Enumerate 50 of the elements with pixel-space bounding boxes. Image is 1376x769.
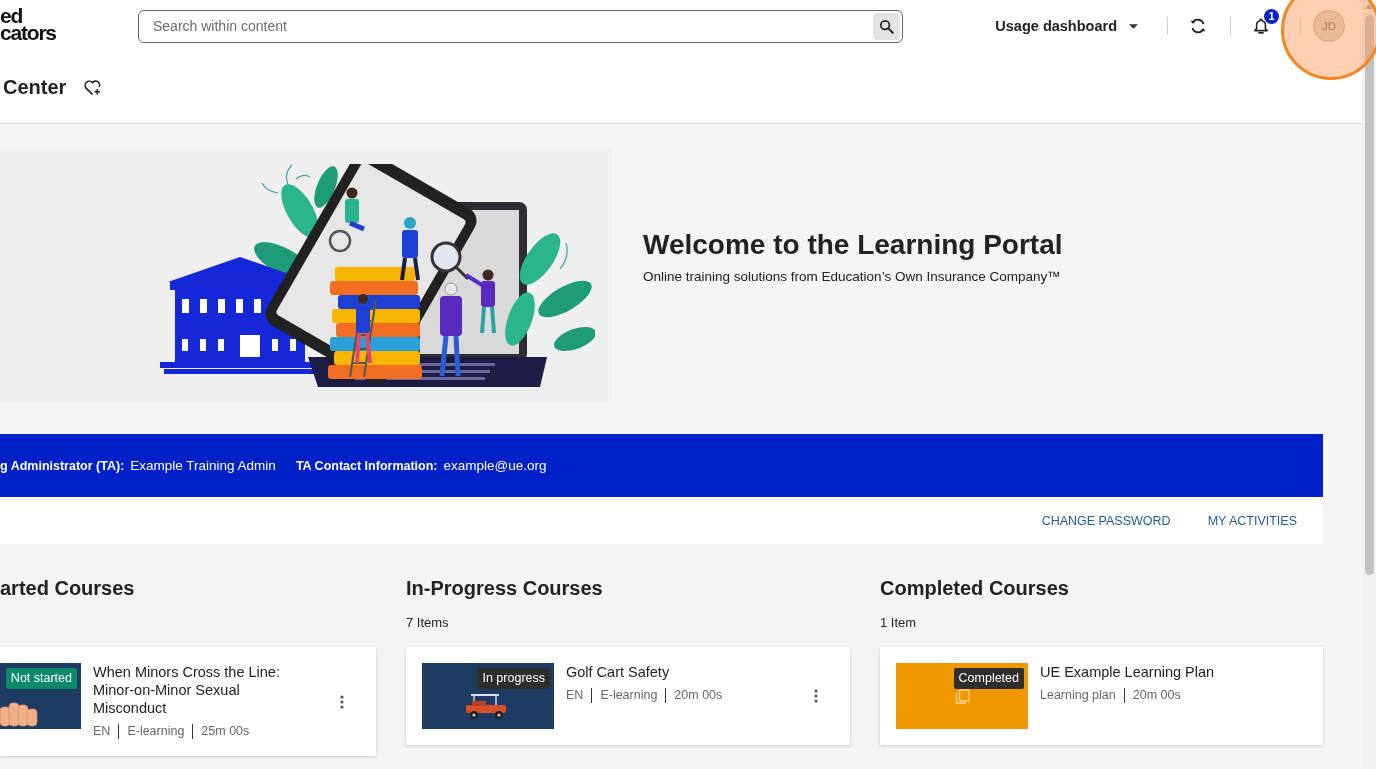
stack-icon [955,689,970,705]
banner-subtitle: Online training solutions from Education’s Own Insurance Company™ [643,269,1062,284]
logo-text: cators [0,24,56,41]
item-count: 7 Items [406,615,449,630]
course-meta-text: E-learning [127,723,185,740]
status-badge: Completed [953,668,1024,689]
section-heading: arted Courses [0,576,136,601]
account-link[interactable]: MY ACTIVITIES [1207,513,1297,528]
course-title[interactable]: Golf Cart Safety [566,663,774,681]
course-meta-text: Learning plan [1040,687,1116,704]
course-title[interactable]: UE Example Learning Plan [1040,663,1279,681]
hands-icon [0,701,38,727]
logo-text: ed [0,7,23,24]
scrollbar-track[interactable] [1362,0,1376,769]
course-title[interactable]: When Minors Cross the Line: Minor-on-Minor Sexual Misconduct [93,663,300,717]
scrollbar-thumb[interactable] [1364,15,1374,575]
refresh-button[interactable] [1189,17,1207,35]
course-meta-text: EN [566,687,584,704]
item-count: 1 Item [880,615,917,630]
course-meta-text: 20m 00s [674,687,723,704]
caret-icon [1129,23,1138,29]
status-badge: In progress [477,668,550,689]
account-link[interactable]: CHANGE PASSWORD [1041,513,1171,528]
kebab-icon [340,694,344,709]
notifications-button[interactable] [1252,17,1270,35]
search-field[interactable]: Search within content [138,9,903,43]
notification-count: 1 [1264,9,1279,24]
banner-title: Welcome to the Learning Portal [643,228,1063,262]
search-icon [879,18,894,34]
course-card[interactable]: In progress Golf Cart Safety EN E-learning 20m 00s [406,647,850,745]
refresh-icon [1189,17,1207,35]
heart-plus-icon[interactable] [83,79,103,96]
usage-dashboard-menu[interactable]: Usage dashboard [995,18,1138,34]
course-meta-text: 20m 00s [1132,687,1181,704]
contact-value: example@ue.org [443,458,547,473]
course-meta-text: E-learning [600,687,658,704]
kebab-icon [814,689,818,703]
course-meta-text: 25m 00s [201,723,250,740]
contact-label: g Administrator (TA): [0,459,125,473]
bell-icon [1252,17,1270,35]
contact-value: Example Training Admin [130,458,276,473]
section-heading: Completed Courses [880,576,1070,601]
course-meta-text: EN [93,723,111,740]
course-card[interactable]: Completed UE Example Learning Plan Learning plan 20m 00s [880,647,1323,745]
course-card[interactable]: Not started When Minors Cross the Line: Minor-on-Minor Sexual Misconduct EN E-learning 25m 00s [0,647,376,756]
section-heading: In-Progress Courses [406,576,604,601]
page-title: Center [3,76,67,99]
contact-label: TA Contact Information: [295,459,438,473]
status-badge: Not started [5,668,77,689]
search-button[interactable] [873,12,900,40]
